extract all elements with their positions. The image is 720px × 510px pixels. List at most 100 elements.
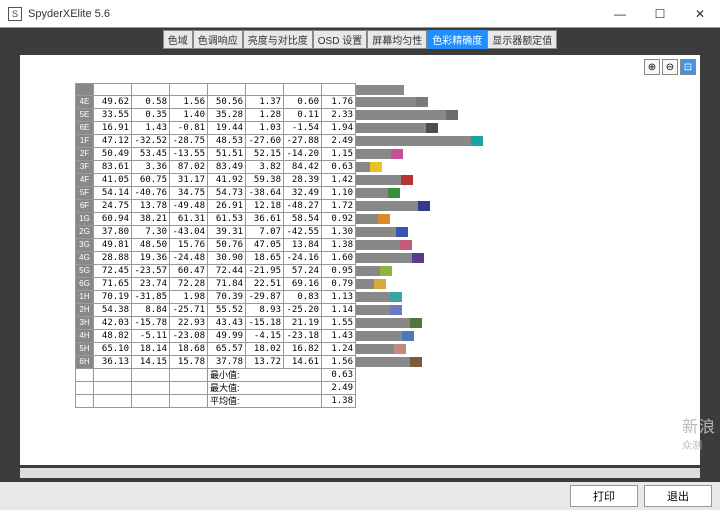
tab-OSD 设置[interactable]: OSD 设置 [313,30,367,49]
bar-cell [356,96,556,109]
row-label: 3F [76,161,94,174]
bar-cell [356,109,556,122]
close-button[interactable]: ✕ [680,0,720,28]
color-swatch [390,292,402,302]
tab-显示器额定值[interactable]: 显示器额定值 [487,30,557,49]
summary-value: 0.63 [322,369,356,382]
color-swatch [394,344,406,354]
color-swatch [402,331,414,341]
row-label: 6F [76,200,94,213]
row-label: 1G [76,213,94,226]
bar-cell [356,330,556,343]
minimize-button[interactable]: — [600,0,640,28]
row-label: 4H [76,330,94,343]
color-swatch [400,240,412,250]
table-row: 6H36.1314.1515.7837.7813.7214.611.56 [76,356,556,369]
bar-cell [356,226,556,239]
row-label: 6H [76,356,94,369]
color-swatch [410,318,422,328]
tab-色彩精确度[interactable]: 色彩精确度 [427,30,487,49]
table-row: 4G28.8819.36-24.4830.9018.65-24.161.60 [76,252,556,265]
tab-屏幕均匀性[interactable]: 屏幕均匀性 [367,30,427,49]
tab-色域[interactable]: 色域 [163,30,193,49]
row-label: 6G [76,278,94,291]
color-swatch [374,279,386,289]
row-label: 1F [76,135,94,148]
table-row: 2G37.807.30-43.0439.317.07-42.551.30 [76,226,556,239]
tab-bar: 色域色调响应亮度与对比度OSD 设置屏幕均匀性色彩精确度显示器额定值 [0,28,720,51]
table-row: 4F41.0560.7531.1741.9259.3828.391.42 [76,174,556,187]
color-swatch [370,162,382,172]
row-label: 5G [76,265,94,278]
zoom-fit-icon[interactable]: ⊡ [680,59,696,75]
footer-bar: 打印 退出 [0,482,720,510]
color-swatch [426,123,438,133]
table-row: 6G71.6523.7472.2871.8422.5169.160.79 [76,278,556,291]
data-table-wrap: 4E49.620.581.5650.561.370.601.765E33.550… [75,83,635,408]
row-label: 1H [76,291,94,304]
table-row: 6F24.7513.78-49.4826.9112.18-48.271.72 [76,200,556,213]
zoom-in-icon[interactable]: ⊕ [644,59,660,75]
row-label: 4E [76,96,94,109]
table-row: 5E33.550.351.4035.281.280.112.33 [76,109,556,122]
print-button[interactable]: 打印 [570,485,638,507]
table-row: 1G60.9438.2161.3161.5336.6158.540.92 [76,213,556,226]
color-swatch [391,149,403,159]
table-row: 4E49.620.581.5650.561.370.601.76 [76,96,556,109]
table-row: 3F83.613.3687.0283.493.8284.420.63 [76,161,556,174]
table-row: 5H65.1018.1418.6865.5718.0216.821.24 [76,343,556,356]
bar-cell [356,317,556,330]
bar-cell [356,187,556,200]
table-row: 3G49.8148.5015.7650.7647.0513.841.38 [76,239,556,252]
color-accuracy-table: 4E49.620.581.5650.561.370.601.765E33.550… [75,83,556,408]
color-swatch [471,136,483,146]
bar-cell [356,161,556,174]
row-label: 2H [76,304,94,317]
tab-亮度与对比度[interactable]: 亮度与对比度 [243,30,313,49]
color-swatch [390,305,402,315]
row-label: 2G [76,226,94,239]
table-row: 4H48.82-5.11-23.0849.99-4.15-23.181.43 [76,330,556,343]
bar-cell [356,135,556,148]
row-label: 4G [76,252,94,265]
bar-cell [356,200,556,213]
summary-row: 最小值:0.63 [76,369,556,382]
report-panel: ⊕ ⊖ ⊡ 4E49.620.581.5650.561.370.601.765E… [20,55,700,465]
bar-cell [356,174,556,187]
row-label: 6E [76,122,94,135]
zoom-out-icon[interactable]: ⊖ [662,59,678,75]
tab-色调响应[interactable]: 色调响应 [193,30,243,49]
row-label: 4F [76,174,94,187]
bar-cell [356,265,556,278]
horizontal-scrollbar[interactable] [20,468,700,478]
summary-value: 2.49 [322,382,356,395]
bar-cell [356,252,556,265]
color-swatch [401,175,413,185]
row-label: 3H [76,317,94,330]
color-swatch [418,201,430,211]
summary-label: 最小值: [208,369,322,382]
color-swatch [446,110,458,120]
summary-row: 平均值:1.38 [76,395,556,408]
bar-cell [356,304,556,317]
color-swatch [378,214,390,224]
row-label: 5E [76,109,94,122]
exit-button[interactable]: 退出 [644,485,712,507]
color-swatch [412,253,424,263]
color-swatch [396,227,408,237]
table-row: 3H42.03-15.7822.9343.43-15.1821.191.55 [76,317,556,330]
row-label: 5H [76,343,94,356]
app-icon: S [8,7,22,21]
color-swatch [416,97,428,107]
color-swatch [388,188,400,198]
content-area: 色域色调响应亮度与对比度OSD 设置屏幕均匀性色彩精确度显示器额定值 ⊕ ⊖ ⊡… [0,28,720,482]
zoom-toolbar: ⊕ ⊖ ⊡ [644,59,696,75]
summary-label: 平均值: [208,395,322,408]
table-row: 2F50.4953.45-13.5551.5152.15-14.201.15 [76,148,556,161]
color-swatch [410,357,422,367]
bar-cell [356,148,556,161]
titlebar: S SpyderXElite 5.6 — ☐ ✕ [0,0,720,28]
bar-cell [356,356,556,369]
table-row: 2H54.388.84-25.7155.528.93-25.201.14 [76,304,556,317]
maximize-button[interactable]: ☐ [640,0,680,28]
